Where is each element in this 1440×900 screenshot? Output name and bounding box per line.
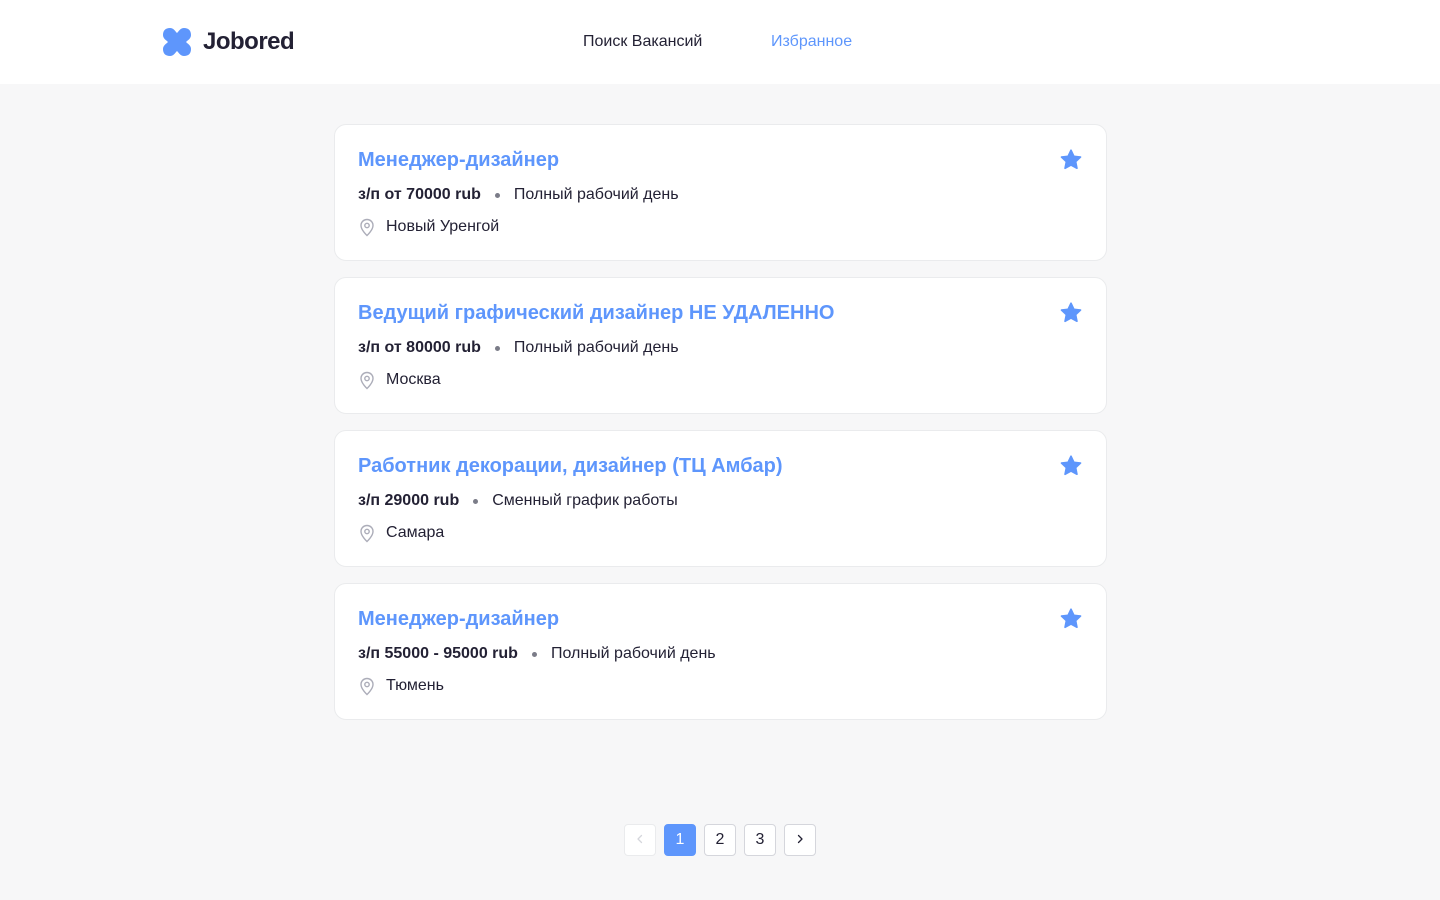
vacancy-location: Новый Уренгой — [386, 218, 500, 235]
star-filled-icon[interactable] — [1058, 606, 1084, 632]
location-pin-icon — [358, 217, 386, 237]
vacancy-location: Тюмень — [386, 677, 444, 694]
vacancy-schedule: Полный рабочий день — [550, 645, 716, 662]
vacancy-salary: з/п от 80000 rub — [358, 339, 481, 356]
location-pin-icon — [358, 523, 386, 543]
vacancy-salary: з/п от 70000 rub — [358, 186, 481, 203]
location-pin-icon — [358, 370, 386, 390]
star-filled-icon[interactable] — [1058, 453, 1084, 479]
separator-dot — [494, 345, 500, 351]
vacancy-title[interactable]: Ведущий графический дизайнер НЕ УДАЛЕННО — [358, 300, 834, 326]
nav-search-vacancies[interactable]: Поиск Вакансий — [583, 32, 702, 52]
location-pin-icon — [358, 676, 386, 696]
chevron-right-icon — [795, 831, 805, 849]
vacancy-title[interactable]: Работник декорации, дизайнер (ТЦ Амбар) — [358, 453, 783, 479]
vacancy-title[interactable]: Менеджер-дизайнер — [358, 606, 559, 632]
chevron-left-icon — [635, 831, 645, 849]
vacancy-salary: з/п 29000 rub — [358, 492, 460, 509]
separator-dot — [494, 192, 500, 198]
logo-text: Jobored — [203, 28, 295, 55]
separator-dot — [531, 651, 537, 657]
pagination-page-button[interactable]: 3 — [744, 824, 776, 856]
vacancy-location: Самара — [386, 524, 445, 541]
vacancy-card[interactable]: Работник декорации, дизайнер (ТЦ Амбар) … — [334, 430, 1107, 567]
pagination-prev-button[interactable] — [624, 824, 656, 856]
pagination-next-button[interactable] — [784, 824, 816, 856]
vacancy-card[interactable]: Ведущий графический дизайнер НЕ УДАЛЕННО… — [334, 277, 1107, 414]
logo[interactable]: Jobored — [162, 26, 295, 58]
vacancy-salary: з/п 55000 - 95000 rub — [358, 645, 518, 662]
pagination-page-button[interactable]: 2 — [704, 824, 736, 856]
vacancy-location: Москва — [386, 371, 441, 388]
vacancy-card[interactable]: Менеджер-дизайнер з/п от 70000 rub Полны… — [334, 124, 1107, 261]
logo-icon — [162, 27, 192, 57]
vacancy-title[interactable]: Менеджер-дизайнер — [358, 147, 559, 173]
vacancy-schedule: Сменный график работы — [492, 492, 678, 509]
vacancy-schedule: Полный рабочий день — [513, 339, 679, 356]
separator-dot — [473, 498, 479, 504]
nav-favorites[interactable]: Избранное — [771, 32, 852, 52]
pagination-page-button[interactable]: 1 — [664, 824, 696, 856]
pagination: 1 2 3 — [624, 824, 816, 856]
app-header: Jobored Поиск Вакансий Избранное — [0, 0, 1440, 84]
star-filled-icon[interactable] — [1058, 147, 1084, 173]
vacancy-schedule: Полный рабочий день — [513, 186, 679, 203]
star-filled-icon[interactable] — [1058, 300, 1084, 326]
vacancy-card[interactable]: Менеджер-дизайнер з/п 55000 - 95000 rub … — [334, 583, 1107, 720]
